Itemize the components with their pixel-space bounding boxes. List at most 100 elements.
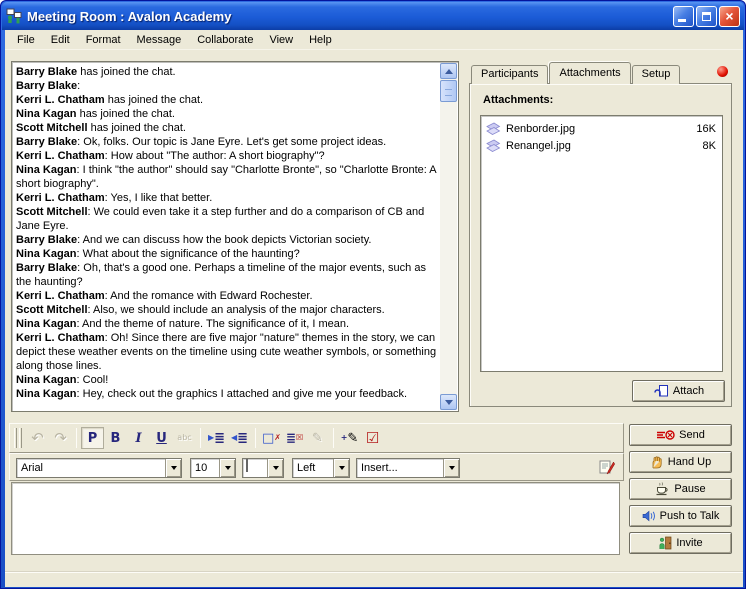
tab-participants[interactable]: Participants [471,65,548,84]
speaker-icon [642,510,656,522]
chat-message: Kerri L. Chatham: How about "The author:… [16,149,438,163]
notes-pen-icon[interactable] [599,459,615,475]
scroll-down-icon [445,400,453,405]
outdent-button[interactable]: ◀≣ [228,427,251,449]
font-family-value: Arial [17,459,165,477]
attachments-panel: Attachments: Renborder.jpg16K Renangel.j… [469,83,732,407]
note-icon [486,139,501,153]
check-list-button[interactable]: ≣☒ [283,427,306,449]
hand-up-button[interactable]: Hand Up [629,451,732,473]
clear-check-button[interactable]: ✎ [306,427,329,449]
toolbar-grip[interactable] [14,428,17,448]
redo-button[interactable]: ↷ [49,427,72,449]
scroll-down-button[interactable] [440,394,457,410]
close-button[interactable]: × [719,6,740,27]
chat-message: Scott Mitchell: We could even take it a … [16,205,438,233]
chat-message: Barry Blake: Ok, folks. Our topic is Jan… [16,135,438,149]
toolbar-separator [255,428,256,448]
chat-lines: Barry Blake has joined the chat.Barry Bl… [16,65,438,409]
message-input[interactable] [11,482,620,555]
attachments-heading: Attachments: [483,94,553,106]
scroll-up-button[interactable] [440,63,457,79]
insert-value: Insert... [357,459,443,477]
chevron-down-icon[interactable] [333,459,349,477]
attachments-list[interactable]: Renborder.jpg16K Renangel.jpg8K [480,115,723,372]
bold-button[interactable]: B [104,427,127,449]
pause-label: Pause [674,483,705,495]
font-size-select[interactable]: 10 [190,458,236,478]
chat-message: Barry Blake has joined the chat. [16,65,438,79]
chat-message: Kerri L. Chatham: Yes, I like that bette… [16,191,438,205]
color-swatch [246,459,248,472]
maximize-icon [702,12,711,21]
insert-select[interactable]: Insert... [356,458,460,478]
invite-button[interactable]: Invite [629,532,732,554]
client-area: FileEditFormatMessageCollaborateViewHelp… [5,30,743,587]
pause-button[interactable]: Pause [629,478,732,500]
toolbar-separator [200,428,201,448]
menu-message[interactable]: Message [129,31,190,49]
chat-message: Barry Blake: Oh, that's a good one. Perh… [16,261,438,289]
format-toolbar: ↶↷ PBIUabc ▶≣◀≣ □✗≣☒✎ +✎☑ [9,423,624,453]
alignment-select[interactable]: Left [292,458,350,478]
indent-button[interactable]: ▶≣ [205,427,228,449]
chevron-down-icon[interactable] [165,459,181,477]
toolbar-separator [333,428,334,448]
select-items-button[interactable]: □✗ [260,427,283,449]
scrollbar-thumb[interactable] [440,80,457,102]
close-icon: × [725,9,733,23]
attach-button[interactable]: Attach [632,380,725,402]
title-bar[interactable]: Meeting Room : Avalon Academy × [2,2,744,30]
paragraph-button[interactable]: P [81,427,104,449]
alignment-value: Left [293,459,333,477]
chat-message: Nina Kagan: What about the significance … [16,247,438,261]
push-to-talk-button[interactable]: Push to Talk [629,505,732,527]
attach-icon [653,384,669,398]
chevron-down-icon[interactable] [443,459,459,477]
app-icon [6,8,22,24]
chevron-down-icon[interactable] [267,459,283,477]
menu-format[interactable]: Format [78,31,129,49]
chevron-down-icon[interactable] [219,459,235,477]
attachment-row[interactable]: Renborder.jpg16K [481,120,722,137]
plain-text-button[interactable]: abc [173,427,196,449]
chat-message: Kerri L. Chatham: And the romance with E… [16,289,438,303]
menu-file[interactable]: File [9,31,43,49]
chat-message: Barry Blake: And we can discuss how the … [16,233,438,247]
window: Meeting Room : Avalon Academy × FileEdit… [0,0,746,589]
invite-icon [658,536,672,550]
menu-edit[interactable]: Edit [43,31,78,49]
toolbar-grip[interactable] [19,428,22,448]
undo-button[interactable]: ↶ [26,427,49,449]
coffee-cup-icon [655,482,670,496]
toolbar-separator [76,428,77,448]
text-color-select[interactable] [242,458,284,478]
menu-help[interactable]: Help [301,31,340,49]
maximize-button[interactable] [696,6,717,27]
chat-message: Nina Kagan: I think "the author" should … [16,163,438,191]
menu-view[interactable]: View [261,31,301,49]
chat-transcript[interactable]: Barry Blake has joined the chat.Barry Bl… [11,61,459,412]
menu-bar: FileEditFormatMessageCollaborateViewHelp [5,30,743,50]
italic-button[interactable]: I [127,427,150,449]
chat-message: Kerri L. Chatham has joined the chat. [16,93,438,107]
add-annotation-button[interactable]: +✎ [338,427,361,449]
chat-scrollbar[interactable] [440,63,457,410]
minimize-button[interactable] [673,6,694,27]
toolbar-buttons: ↶↷ PBIUabc ▶≣◀≣ □✗≣☒✎ +✎☑ [26,427,384,449]
menu-collaborate[interactable]: Collaborate [189,31,261,49]
confirm-check-button[interactable]: ☑ [361,427,384,449]
attachment-row[interactable]: Renangel.jpg8K [481,137,722,154]
tab-attachments[interactable]: Attachments [549,62,630,84]
underline-button[interactable]: U [150,427,173,449]
push-to-talk-label: Push to Talk [660,510,720,522]
status-bar [5,572,743,587]
tab-setup[interactable]: Setup [632,65,681,84]
attach-label: Attach [673,385,704,397]
font-family-select[interactable]: Arial [16,458,182,478]
scroll-up-icon [445,69,453,74]
chat-message: Barry Blake: [16,79,438,93]
hand-icon [650,455,664,469]
send-button[interactable]: Send [629,424,732,446]
note-icon [486,122,501,136]
